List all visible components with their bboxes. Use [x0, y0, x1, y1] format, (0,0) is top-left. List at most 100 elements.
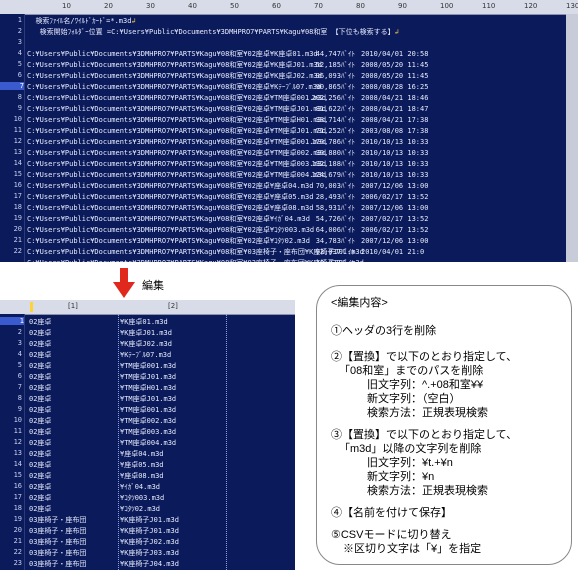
file-list-row[interactable]: C:¥Users¥Public¥Documents¥3DMHPRO7¥PARTS…: [27, 126, 428, 136]
csv-cell-folder[interactable]: 03座椅子・座布団: [29, 548, 86, 558]
file-list-row[interactable]: C:¥Users¥Public¥Documents¥3DMHPRO7¥PARTS…: [27, 137, 428, 147]
csv-cell-filename[interactable]: ¥ｺﾀﾂ02.m3d: [120, 504, 160, 514]
file-list-row[interactable]: C:¥Users¥Public¥Documents¥3DMHPRO7¥PARTS…: [27, 115, 428, 125]
csv-cell-filename[interactable]: ¥K座卓J02.m3d: [120, 339, 172, 349]
file-path: C:¥Users¥Public¥Documents¥3DMHPRO7¥PARTS…: [27, 248, 364, 256]
csv-cell-folder[interactable]: 02座卓: [29, 438, 51, 448]
line-number: 3: [17, 38, 22, 46]
file-list-row[interactable]: C:¥Users¥Public¥Documents¥3DMHPRO7¥PARTS…: [27, 104, 428, 114]
file-list-row[interactable]: C:¥Users¥Public¥Documents¥3DMHPRO7¥PARTS…: [27, 159, 428, 169]
csv-cell-folder[interactable]: 02座卓: [29, 416, 51, 426]
line-number: 14: [13, 159, 22, 167]
csv-cell-folder[interactable]: 02座卓: [29, 394, 51, 404]
header-line-2[interactable]: 検索開始ﾌｫﾙﾀﾞｰ位置 =C:¥Users¥Public¥Documents¥…: [27, 27, 399, 37]
csv-cell-filename[interactable]: ¥座卓05.m3d: [120, 460, 164, 470]
file-list-row[interactable]: C:¥Users¥Public¥Documents¥3DMHPRO7¥PARTS…: [27, 181, 428, 191]
file-date: 2007/02/17 13:52: [361, 215, 429, 223]
csv-cell-folder[interactable]: 03座椅子・座布団: [29, 526, 86, 536]
csv-cell-filename[interactable]: ¥Kﾃｰﾌﾞﾙ07.m3d: [120, 350, 171, 360]
csv-cell-folder[interactable]: 02座卓: [29, 339, 51, 349]
file-path: C:¥Users¥Public¥Documents¥3DMHPRO7¥PARTS…: [27, 72, 322, 80]
file-list-row[interactable]: C:¥Users¥Public¥Documents¥3DMHPRO7¥PARTS…: [27, 225, 428, 235]
csv-cell-folder[interactable]: 02座卓: [29, 350, 51, 360]
csv-cell-filename[interactable]: ¥K座椅子J02.m3d: [120, 537, 179, 547]
csv-cell-filename[interactable]: ¥ｺﾀﾂ003.m3d: [120, 493, 164, 503]
file-list-row[interactable]: C:¥Users¥Public¥Documents¥3DMHPRO7¥PARTS…: [27, 49, 428, 59]
column-header-1[interactable]: [1]: [68, 302, 78, 310]
file-path: C:¥Users¥Public¥Documents¥3DMHPRO7¥PARTS…: [27, 171, 327, 179]
csv-cell-folder[interactable]: 03座椅子・座布団: [29, 515, 86, 525]
file-list-row[interactable]: C:¥Users¥Public¥Documents¥3DMHPRO7¥PARTS…: [27, 236, 428, 246]
vertical-scrollbar[interactable]: [566, 14, 578, 262]
line-number: 3: [17, 339, 22, 347]
csv-cell-filename[interactable]: ¥TM座卓J01.m3d: [120, 394, 176, 404]
bottom-editor-window[interactable]: [1] [2] 1 2 3 4 5 6 7 8 9 10 11 12 13 14 15 16 17 18 19 20 2…: [0, 300, 295, 570]
csv-cell-folder[interactable]: 02座卓: [29, 493, 51, 503]
file-list-row[interactable]: C:¥Users¥Public¥Documents¥3DMHPRO7¥PARTS…: [27, 60, 428, 70]
csv-cell-filename[interactable]: ¥K座卓01.m3d: [120, 317, 168, 327]
csv-cell-folder[interactable]: 03座椅子・座布団: [29, 537, 86, 547]
csv-cell-folder[interactable]: 02座卓: [29, 328, 51, 338]
file-list-row[interactable]: C:¥Users¥Public¥Documents¥3DMHPRO7¥PARTS…: [27, 82, 428, 92]
csv-cell-folder[interactable]: 03座椅子・座布団: [29, 559, 86, 569]
file-list-row[interactable]: C:¥Users¥Public¥Documents¥3DMHPRO7¥PARTS…: [27, 148, 428, 158]
csv-cell-filename[interactable]: ¥TM座卓001.m3d: [120, 361, 176, 371]
csv-cell-filename[interactable]: ¥K座椅子J03.m3d: [120, 548, 179, 558]
file-path: C:¥Users¥Public¥Documents¥3DMHPRO7¥PARTS…: [27, 182, 314, 190]
header-line-1[interactable]: 検索ﾌｧｲﾙ名/ﾜｲﾙﾄﾞｶｰﾄﾞ=*.m3d↲: [27, 16, 135, 26]
file-list-row[interactable]: C:¥Users¥Public¥Documents¥3DMHPRO7¥PARTS…: [27, 247, 424, 257]
csv-cell-folder[interactable]: 02座卓: [29, 317, 51, 327]
file-list-row[interactable]: C:¥Users¥Public¥Documents¥3DMHPRO7¥PARTS…: [27, 170, 428, 180]
file-list-row[interactable]: C:¥Users¥Public¥Documents¥3DMHPRO7¥PARTS…: [27, 192, 428, 202]
file-date: 2007/12/06 13:00: [361, 204, 429, 212]
file-list-row[interactable]: C:¥Users¥Public¥Documents¥3DMHPRO7¥PARTS…: [27, 71, 428, 81]
step-5-line-b: ※区切り文字は「¥」を指定: [343, 543, 482, 555]
file-date: 2010/10/13 10:33: [361, 160, 429, 168]
csv-cell-folder[interactable]: 02座卓: [29, 471, 51, 481]
file-date: 2010/10/13 10:33: [361, 138, 429, 146]
csv-cell-folder[interactable]: 02座卓: [29, 405, 51, 415]
csv-cell-folder[interactable]: 02座卓: [29, 460, 51, 470]
csv-cell-filename[interactable]: ¥座卓08.m3d: [120, 471, 164, 481]
line-number: 7: [0, 82, 24, 90]
file-list-row[interactable]: C:¥Users¥Public¥Documents¥3DMHPRO7¥PARTS…: [27, 203, 428, 213]
file-date: 2008/05/20 11:45: [361, 72, 429, 80]
csv-cell-folder[interactable]: 02座卓: [29, 482, 51, 492]
csv-cell-filename[interactable]: ¥TM座卓002.m3d: [120, 416, 176, 426]
file-list-row[interactable]: C:¥Users¥Public¥Documents¥3DMHPRO7¥PARTS…: [27, 258, 364, 262]
file-date: 2007/12/06 13:00: [361, 237, 429, 245]
file-date: 2008/04/21 18:46: [361, 94, 429, 102]
csv-cell-filename[interactable]: ¥TM座卓001.m3d: [120, 405, 176, 415]
csv-cell-folder[interactable]: 02座卓: [29, 372, 51, 382]
line-number: 6: [17, 372, 22, 380]
csv-cell-folder[interactable]: 02座卓: [29, 383, 51, 393]
csv-cell-folder[interactable]: 02座卓: [29, 427, 51, 437]
csv-cell-folder[interactable]: 02座卓: [29, 361, 51, 371]
csv-cell-filename[interactable]: ¥TM座卓003.m3d: [120, 427, 176, 437]
column-header-2[interactable]: [2]: [168, 302, 178, 310]
file-date: 2010/10/13 10:33: [361, 149, 429, 157]
top-editor-window[interactable]: 10 20 30 40 50 60 70 80 90 100 110 120 130 123456789…: [0, 0, 578, 262]
csv-cell-filename[interactable]: ¥ｲｶﾞ04.m3d: [120, 482, 160, 492]
csv-cell-filename[interactable]: ¥K座椅子J01.m3d: [120, 515, 179, 525]
file-path: C:¥Users¥Public¥Documents¥3DMHPRO7¥PARTS…: [27, 237, 310, 245]
ruler-tick: 80: [356, 2, 365, 10]
line-number: 1: [0, 317, 24, 325]
csv-cell-filename[interactable]: ¥TM座卓H01.m3d: [120, 383, 176, 393]
csv-cell-filename[interactable]: ¥K座椅子J04.m3d: [120, 559, 179, 569]
edit-label: 編集: [142, 280, 164, 292]
csv-cell-filename[interactable]: ¥TM座卓004.m3d: [120, 438, 176, 448]
file-size: 34,783ﾊﾞｲﾄ: [315, 237, 355, 245]
csv-cell-filename[interactable]: ¥K座椅子J01.m3d: [120, 526, 179, 536]
csv-cell-filename[interactable]: ¥座卓04.m3d: [120, 449, 164, 459]
ruler-tick: 20: [104, 2, 113, 10]
csv-cell-filename[interactable]: ¥TM座卓J01.m3d: [120, 372, 176, 382]
ruler-tick: 10: [62, 2, 71, 10]
csv-cell-folder[interactable]: 02座卓: [29, 504, 51, 514]
line-number: 8: [17, 93, 22, 101]
csv-cell-filename[interactable]: ¥K座卓J01.m3d: [120, 328, 172, 338]
csv-cell-folder[interactable]: 02座卓: [29, 449, 51, 459]
file-list-row[interactable]: C:¥Users¥Public¥Documents¥3DMHPRO7¥PARTS…: [27, 93, 428, 103]
ruler-tick: 90: [398, 2, 407, 10]
file-list-row[interactable]: C:¥Users¥Public¥Documents¥3DMHPRO7¥PARTS…: [27, 214, 428, 224]
